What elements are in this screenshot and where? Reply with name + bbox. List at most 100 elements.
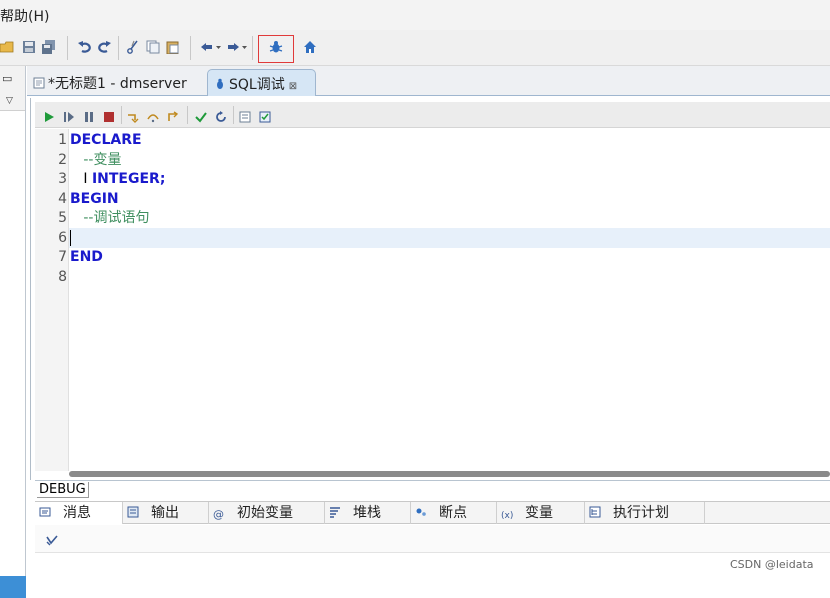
save-icon[interactable]: [22, 40, 36, 54]
sql-comment: --变量: [70, 151, 122, 168]
line-number: 3: [58, 171, 67, 187]
left-panel-content: [0, 110, 25, 576]
toolbar-separator: [187, 106, 188, 124]
sql-identifier: I: [70, 171, 92, 187]
left-panel-selected-item[interactable]: [0, 576, 26, 598]
code-line[interactable]: 2 --变量: [36, 150, 830, 170]
confirm-icon[interactable]: [259, 108, 271, 123]
undo-icon[interactable]: [78, 40, 92, 54]
debug-panel: DEBUG 消息 输出 @ 初始变量 堆栈 断点 (x) 变量 执行计划: [35, 480, 830, 580]
tab-output[interactable]: 输出: [123, 502, 209, 524]
code-text: --变量: [70, 150, 121, 170]
home-icon[interactable]: [303, 40, 317, 54]
tab-output-label: 输出: [151, 505, 179, 521]
line-number: 1: [58, 132, 67, 148]
watermark: CSDN @leidata: [730, 558, 814, 571]
minimize-icon[interactable]: ▭: [2, 72, 12, 85]
horizontal-scrollbar[interactable]: [69, 471, 830, 477]
tab-breakpoints[interactable]: 断点: [411, 502, 497, 524]
close-icon[interactable]: ⊠: [289, 81, 297, 92]
message-icon: [39, 503, 51, 517]
sql-keyword: ;: [159, 171, 166, 187]
step-run-icon[interactable]: [63, 108, 75, 122]
back-icon[interactable]: [200, 40, 222, 54]
at-icon: @: [213, 508, 224, 521]
tab-sql-debug-label: SQL调试: [229, 77, 285, 93]
toolbar-separator: [252, 36, 253, 60]
variable-icon: (x): [501, 511, 514, 521]
editor-tab-bar: *无标题1 - dmserver SQL调试 ⊠: [27, 66, 830, 96]
toolbar-separator: [121, 106, 122, 124]
sql-keyword: BEGIN: [70, 190, 119, 207]
code-line[interactable]: 5 --调试语句: [36, 208, 830, 228]
tab-initial-variables[interactable]: @ 初始变量: [209, 502, 325, 524]
tab-variables[interactable]: (x) 变量: [497, 502, 585, 524]
text-cursor: [70, 229, 71, 246]
check-icon[interactable]: [195, 108, 207, 123]
main-toolbar: [0, 30, 830, 66]
line-number: 5: [58, 210, 67, 226]
tab-initial-variables-label: 初始变量: [237, 505, 293, 521]
code-text: DECLARE: [70, 130, 142, 150]
code-text: I INTEGER;: [70, 169, 165, 189]
tab-variables-label: 变量: [525, 505, 553, 521]
code-line[interactable]: 3 I INTEGER;: [36, 169, 830, 189]
breakpoint-list-icon[interactable]: [239, 108, 251, 123]
sql-keyword: DECLARE: [70, 132, 142, 148]
highlight-box: [258, 35, 294, 63]
tab-messages[interactable]: 消息: [35, 502, 123, 524]
sql-keyword: INTEGER: [91, 171, 160, 187]
open-folder-icon[interactable]: [0, 40, 14, 54]
step-over-icon[interactable]: [147, 108, 159, 123]
tab-sql-debug[interactable]: SQL调试 ⊠: [207, 69, 317, 96]
clear-icon[interactable]: [45, 532, 59, 546]
debug-panel-tabs: 消息 输出 @ 初始变量 堆栈 断点 (x) 变量 执行计划: [35, 501, 830, 524]
toolbar-separator: [67, 36, 68, 60]
output-icon: [127, 503, 139, 518]
line-number: 6: [58, 229, 67, 246]
menu-help[interactable]: 帮助(H): [0, 6, 49, 26]
code-text: --调试语句: [70, 208, 149, 228]
messages-toolbar: [35, 525, 830, 553]
toolbar-separator: [118, 36, 119, 60]
debug-toolbar: [35, 102, 830, 128]
stop-icon[interactable]: [103, 108, 115, 122]
code-line[interactable]: 7 END: [36, 247, 830, 267]
sql-keyword: END: [70, 249, 103, 265]
step-return-icon[interactable]: [167, 108, 179, 121]
save-all-icon[interactable]: [42, 40, 56, 54]
debug-panel-title: DEBUG: [37, 482, 89, 498]
code-editor[interactable]: 1 DECLARE 2 --变量 3 I INTEGER; 4 BEGIN 5 --调试语句…: [36, 130, 830, 470]
forward-icon[interactable]: [226, 40, 248, 54]
refresh-icon[interactable]: [215, 108, 227, 122]
sql-file-icon: [33, 77, 45, 89]
cut-icon[interactable]: [126, 40, 140, 54]
tab-stack[interactable]: 堆栈: [325, 502, 411, 524]
stack-icon: [329, 503, 341, 518]
line-number: 2: [58, 151, 67, 168]
debug-bug-icon: [214, 78, 226, 90]
toolbar-separator: [190, 36, 191, 60]
code-line[interactable]: 1 DECLARE: [36, 130, 830, 150]
tab-execution-plan[interactable]: 执行计划: [585, 502, 705, 524]
tab-breakpoints-label: 断点: [439, 505, 467, 521]
sql-comment: --调试语句: [70, 210, 150, 226]
tab-messages-label: 消息: [63, 505, 91, 521]
plan-icon: [589, 503, 601, 518]
tab-execution-plan-label: 执行计划: [613, 505, 669, 521]
tab-stack-label: 堆栈: [353, 505, 381, 521]
tab-untitled[interactable]: *无标题1 - dmserver: [27, 69, 193, 96]
step-into-icon[interactable]: [127, 108, 139, 123]
menu-bar: 帮助(H): [0, 0, 830, 30]
redo-icon[interactable]: [97, 40, 111, 54]
pause-icon[interactable]: [83, 108, 95, 122]
code-line[interactable]: 6: [36, 228, 830, 248]
paste-icon[interactable]: [166, 40, 180, 54]
run-icon[interactable]: [43, 108, 55, 122]
line-number: 8: [58, 268, 67, 285]
view-menu-icon[interactable]: ▽: [6, 96, 13, 106]
code-line[interactable]: 8: [36, 267, 830, 287]
line-number: 4: [58, 190, 67, 207]
copy-icon[interactable]: [146, 40, 160, 54]
code-line[interactable]: 4 BEGIN: [36, 189, 830, 209]
